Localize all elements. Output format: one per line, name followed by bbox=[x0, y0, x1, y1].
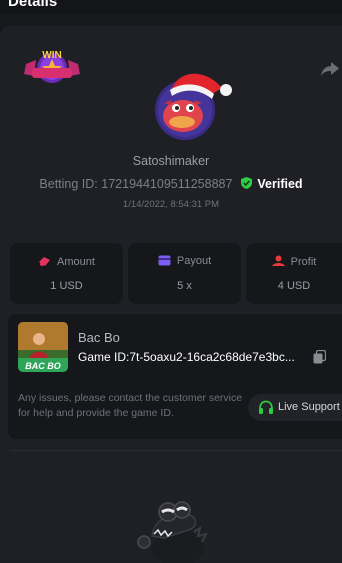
stat-amount: Amount 1 USD bbox=[10, 243, 123, 304]
game-name: Bac Bo bbox=[78, 330, 120, 345]
stat-profit-label: Profit bbox=[290, 256, 317, 268]
betting-id-value: 1721944109511258887 bbox=[101, 177, 233, 191]
bet-timestamp: 1/14/2022, 8:54:31 PM bbox=[122, 199, 220, 210]
win-badge-icon: WIN bbox=[24, 50, 80, 83]
stat-payout-label: Payout bbox=[176, 255, 212, 267]
live-support-label: Live Support bbox=[278, 401, 340, 413]
divider bbox=[10, 450, 342, 451]
badge-text: WIN bbox=[42, 50, 61, 61]
game-id-value: 7t-5oaxu2-16ca2c68de7e3bc... bbox=[129, 350, 295, 364]
live-support-button[interactable]: Live Support bbox=[248, 394, 342, 421]
betting-id-row: Betting ID: 1721944109511258887 Verified bbox=[0, 177, 342, 191]
headset-icon bbox=[259, 400, 273, 414]
support-notice: Any issues, please contact the customer … bbox=[18, 392, 243, 419]
verified-shield-icon bbox=[240, 177, 252, 189]
copy-icon[interactable] bbox=[313, 350, 326, 364]
share-icon[interactable] bbox=[320, 60, 340, 78]
stat-payout: Payout 5 x bbox=[128, 243, 241, 304]
betting-id-label: Betting ID: bbox=[39, 177, 98, 191]
verified-label: Verified bbox=[257, 177, 303, 191]
game-thumbnail[interactable]: BAC BO bbox=[18, 322, 68, 372]
game-id-label: Game ID: bbox=[78, 350, 130, 364]
game-info-panel: BAC BO Bac Bo Game ID:7t-5oaxu2-16ca2c68… bbox=[8, 314, 342, 439]
game-id-row: Game ID:7t-5oaxu2-16ca2c68de7e3bc... bbox=[78, 350, 295, 364]
stat-profit-value: 4 USD bbox=[277, 280, 311, 292]
amount-icon bbox=[39, 257, 51, 266]
username: Satoshimaker bbox=[132, 154, 210, 168]
header: Details bbox=[0, 0, 342, 14]
page-title: Details bbox=[8, 0, 58, 10]
crocodile-mascot-icon bbox=[137, 501, 208, 563]
stat-profit: Profit 4 USD bbox=[246, 243, 342, 304]
payout-icon bbox=[158, 255, 171, 266]
profit-icon bbox=[271, 255, 285, 266]
game-thumb-label: BAC BO bbox=[25, 361, 61, 371]
stat-payout-value: 5 x bbox=[177, 280, 192, 292]
stat-amount-label: Amount bbox=[57, 256, 95, 268]
stat-amount-value: 1 USD bbox=[50, 280, 83, 292]
avatar bbox=[155, 73, 232, 140]
